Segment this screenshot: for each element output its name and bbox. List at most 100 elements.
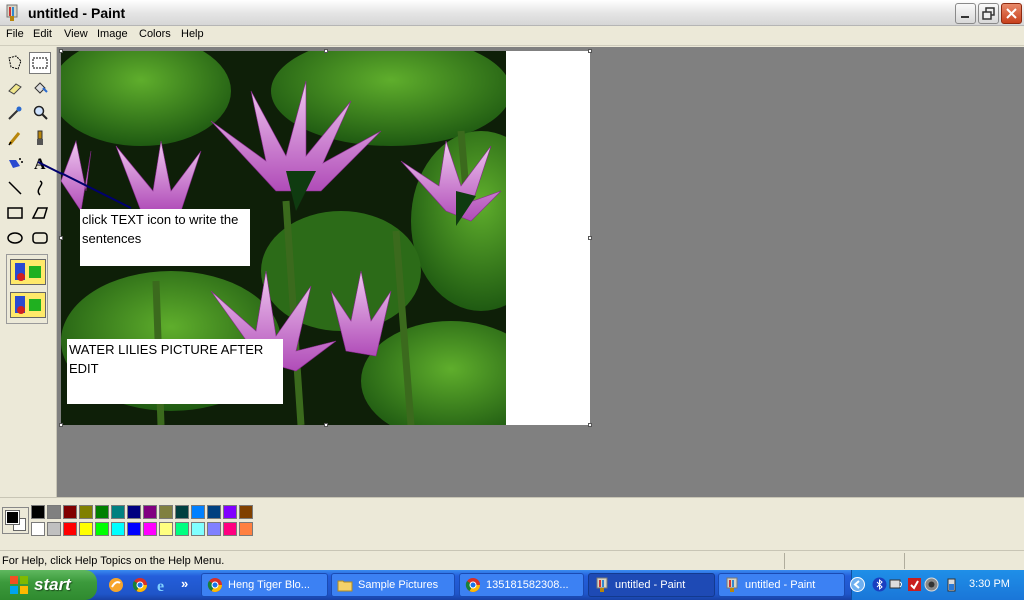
foreground-color[interactable] [5, 510, 20, 525]
ellipse-tool[interactable] [4, 227, 26, 249]
title-bar: untitled - Paint [0, 0, 1024, 26]
brush-tool[interactable] [29, 127, 51, 149]
line-icon [8, 181, 22, 195]
color-swatch[interactable] [223, 522, 237, 536]
eraser-tool[interactable] [4, 77, 26, 99]
close-button[interactable] [1001, 3, 1022, 24]
select-tool[interactable] [29, 52, 51, 74]
windows-logo-icon [10, 576, 28, 594]
task-paint-active[interactable]: untitled - Paint [588, 573, 715, 597]
color-swatch[interactable] [31, 522, 45, 536]
color-swatch[interactable] [143, 522, 157, 536]
menu-file[interactable]: File [3, 28, 27, 40]
color-swatch[interactable] [47, 522, 61, 536]
drawing-canvas[interactable]: click TEXT icon to write the sentences W… [61, 51, 590, 425]
antivirus-icon[interactable] [907, 577, 922, 592]
color-swatch[interactable] [127, 522, 141, 536]
resize-handle[interactable] [588, 49, 592, 53]
color-swatch[interactable] [207, 522, 221, 536]
color-swatch[interactable] [159, 505, 173, 519]
color-swatch[interactable] [191, 505, 205, 519]
task-sample-pictures[interactable]: Sample Pictures [331, 573, 455, 597]
opaque-background-icon [15, 263, 41, 281]
restore-button[interactable] [978, 3, 999, 24]
color-swatch[interactable] [63, 505, 77, 519]
polygon-icon [31, 207, 49, 219]
fill-tool[interactable] [29, 77, 51, 99]
menu-image[interactable]: Image [94, 28, 131, 40]
caption-text-box[interactable]: WATER LILIES PICTURE AFTER EDIT [67, 339, 283, 404]
free-form-select-tool[interactable] [4, 52, 26, 74]
color-swatch[interactable] [31, 505, 45, 519]
chevron-left-icon[interactable] [850, 577, 865, 592]
menu-bar: File Edit View Image Colors Help [0, 26, 1024, 46]
color-swatch[interactable] [95, 522, 109, 536]
pick-color-tool[interactable] [4, 102, 26, 124]
opaque-option[interactable] [10, 259, 46, 285]
rounded-rectangle-tool[interactable] [29, 227, 51, 249]
color-swatch[interactable] [79, 505, 93, 519]
quicklaunch-more-icon[interactable]: » [181, 576, 188, 591]
quicklaunch-app-icon[interactable] [108, 577, 124, 593]
menu-help[interactable]: Help [178, 28, 207, 40]
resize-handle[interactable] [588, 236, 592, 240]
menu-colors[interactable]: Colors [136, 28, 174, 40]
menu-view[interactable]: View [61, 28, 91, 40]
resize-handle[interactable] [59, 236, 63, 240]
color-swatch[interactable] [143, 505, 157, 519]
line-tool[interactable] [4, 177, 26, 199]
internet-explorer-icon[interactable]: e [155, 577, 171, 593]
color-swatch[interactable] [191, 522, 205, 536]
transparent-background-icon [15, 296, 41, 314]
status-divider [904, 553, 905, 569]
resize-handle[interactable] [588, 423, 592, 427]
color-swatch[interactable] [79, 522, 93, 536]
color-swatch[interactable] [47, 505, 61, 519]
annotation-text-box[interactable]: click TEXT icon to write the sentences [80, 209, 250, 266]
color-swatch[interactable] [111, 522, 125, 536]
pencil-tool[interactable] [4, 127, 26, 149]
curve-tool[interactable] [29, 177, 51, 199]
color-swatch[interactable] [111, 505, 125, 519]
resize-handle[interactable] [324, 423, 328, 427]
bluetooth-icon[interactable] [872, 577, 887, 592]
minimize-button[interactable] [955, 3, 976, 24]
rectangle-tool[interactable] [4, 202, 26, 224]
pencil-icon [8, 132, 21, 146]
svg-text:e: e [157, 578, 164, 593]
menu-edit[interactable]: Edit [30, 28, 55, 40]
rounded-rectangle-icon [32, 232, 48, 244]
airbrush-tool[interactable] [4, 152, 26, 174]
paint-icon [596, 577, 608, 592]
color-swatch[interactable] [223, 505, 237, 519]
color-swatch[interactable] [175, 522, 189, 536]
network-icon[interactable] [889, 577, 904, 592]
chrome-icon [207, 578, 222, 592]
color-swatch[interactable] [239, 505, 253, 519]
taskbar: start e » Heng Tiger Blo... Sample Pictu… [0, 570, 1024, 600]
paint-app-icon [6, 4, 18, 21]
magnifier-tool[interactable] [29, 102, 51, 124]
resize-handle[interactable] [324, 49, 328, 53]
color-swatch[interactable] [239, 522, 253, 536]
battery-icon[interactable] [944, 577, 959, 592]
resize-handle[interactable] [59, 423, 63, 427]
color-swatch[interactable] [63, 522, 77, 536]
tool-box: A [0, 47, 57, 497]
color-swatch[interactable] [127, 505, 141, 519]
task-paint[interactable]: untitled - Paint [718, 573, 845, 597]
task-label: Heng Tiger Blo... [228, 579, 310, 591]
transparent-option[interactable] [10, 292, 46, 318]
color-swatch[interactable] [95, 505, 109, 519]
security-shield-icon[interactable] [924, 577, 939, 592]
color-swatch[interactable] [159, 522, 173, 536]
color-swatch[interactable] [207, 505, 221, 519]
task-heng-tiger[interactable]: Heng Tiger Blo... [201, 573, 328, 597]
polygon-tool[interactable] [29, 202, 51, 224]
start-button[interactable]: start [0, 570, 97, 600]
text-tool[interactable]: A [29, 152, 51, 174]
resize-handle[interactable] [59, 49, 63, 53]
task-chrome-window[interactable]: 135181582308... [459, 573, 584, 597]
color-swatch[interactable] [175, 505, 189, 519]
chrome-icon[interactable] [132, 577, 148, 593]
